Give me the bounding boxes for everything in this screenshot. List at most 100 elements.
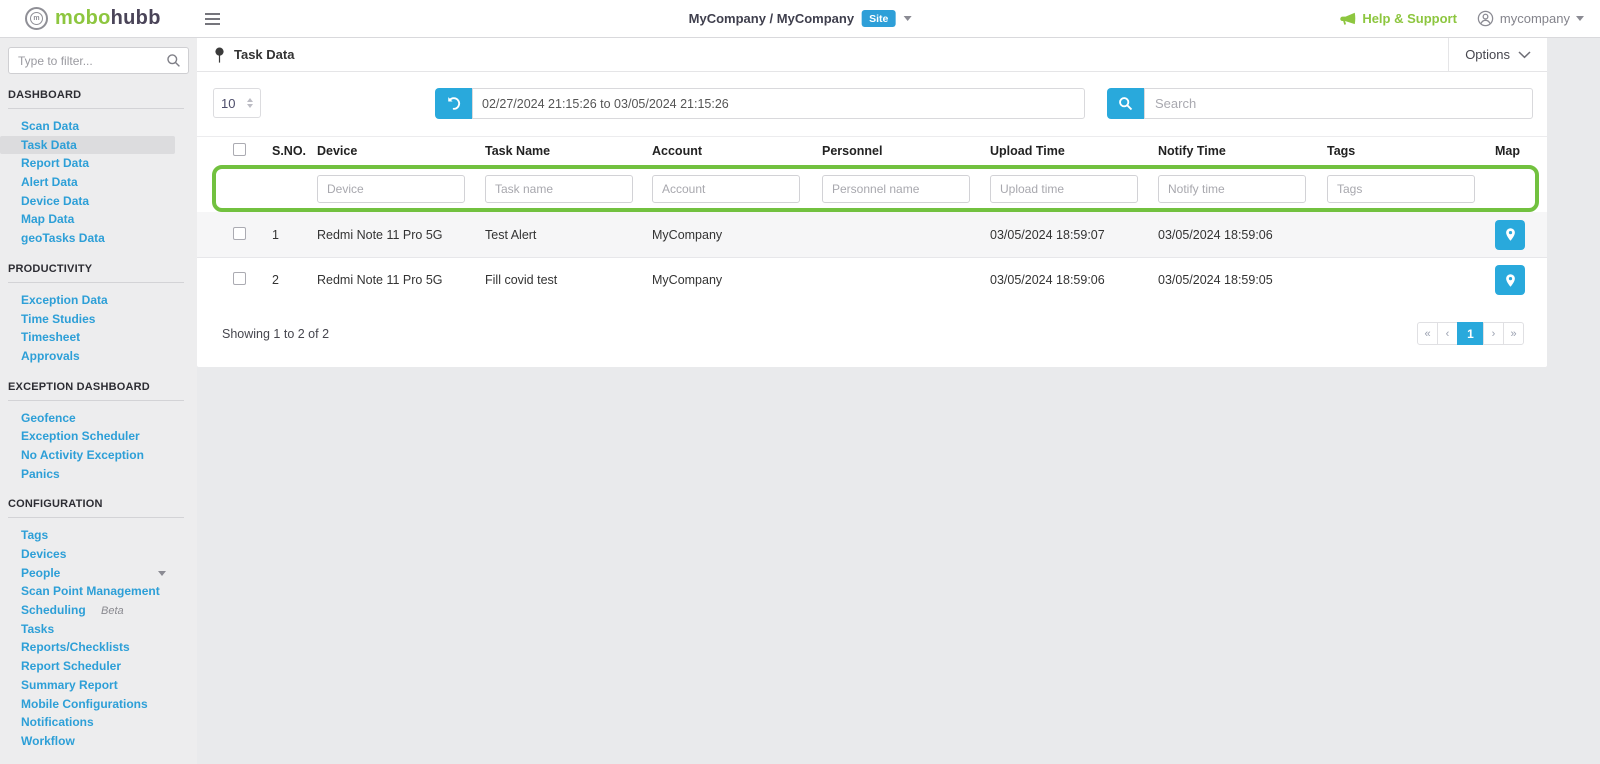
sidebar-item-workflow[interactable]: Workflow <box>0 732 197 751</box>
sidebar-item-time-studies[interactable]: Time Studies <box>0 310 197 329</box>
sidebar-item-no-activity-exception[interactable]: No Activity Exception <box>0 446 197 465</box>
column-header-personnel: Personnel <box>822 144 990 158</box>
sidebar-section-productivity: PRODUCTIVITY <box>8 263 189 275</box>
sidebar-item-tasks[interactable]: Tasks <box>0 620 197 639</box>
sidebar: DASHBOARD Scan Data Task Data Report Dat… <box>0 38 197 764</box>
column-header-map: Map <box>1495 144 1547 158</box>
cell-task-name: Fill covid test <box>485 273 652 287</box>
pagination-first-button[interactable]: « <box>1417 322 1438 345</box>
search-button[interactable] <box>1107 88 1144 119</box>
filter-tags-input[interactable] <box>1327 175 1475 203</box>
showing-count: Showing 1 to 2 of 2 <box>222 327 329 341</box>
cell-device: Redmi Note 11 Pro 5G <box>317 273 485 287</box>
sidebar-item-devices[interactable]: Devices <box>0 545 197 564</box>
sidebar-item-timesheet[interactable]: Timesheet <box>0 328 197 347</box>
sidebar-item-geofence[interactable]: Geofence <box>0 409 197 428</box>
search-input[interactable] <box>1144 88 1533 119</box>
help-support-label: Help & Support <box>1362 11 1457 26</box>
logo-prefix: mobo <box>55 7 111 29</box>
table-toolbar: 10 02/27/2024 21:15:26 to 03/05/2024 21:… <box>197 72 1547 136</box>
sidebar-item-device-data[interactable]: Device Data <box>0 192 197 211</box>
sidebar-item-scan-point-management[interactable]: Scan Point Management <box>0 582 197 601</box>
divider <box>8 108 184 109</box>
sidebar-item-task-data[interactable]: Task Data <box>0 136 175 155</box>
sidebar-section-dashboard: DASHBOARD <box>8 89 189 101</box>
column-header-upload-time: Upload Time <box>990 144 1158 158</box>
logo-suffix: hubb <box>111 7 161 29</box>
chevron-down-icon <box>1518 51 1531 59</box>
sidebar-item-exception-scheduler[interactable]: Exception Scheduler <box>0 427 197 446</box>
filter-upload-time-input[interactable] <box>990 175 1138 203</box>
sidebar-item-reports-checklists[interactable]: Reports/Checklists <box>0 638 197 657</box>
column-header-device: Device <box>317 144 485 158</box>
page-title: Task Data <box>234 47 294 62</box>
sidebar-item-notifications[interactable]: Notifications <box>0 713 197 732</box>
chevron-down-icon <box>903 16 911 21</box>
sidebar-item-report-scheduler[interactable]: Report Scheduler <box>0 657 197 676</box>
sidebar-item-mobile-configurations[interactable]: Mobile Configurations <box>0 695 197 714</box>
select-all-checkbox[interactable] <box>233 143 246 156</box>
sidebar-item-tags[interactable]: Tags <box>0 526 197 545</box>
sidebar-item-people[interactable]: People <box>0 564 197 583</box>
chevron-down-icon <box>158 571 166 576</box>
column-header-tags: Tags <box>1327 144 1495 158</box>
sidebar-item-panics[interactable]: Panics <box>0 465 197 484</box>
column-header-sno: S.NO. <box>272 144 317 158</box>
user-menu[interactable]: mycompany <box>1477 10 1584 27</box>
options-dropdown[interactable]: Options <box>1448 38 1547 71</box>
cell-task-name: Test Alert <box>485 228 652 242</box>
sidebar-item-summary-report[interactable]: Summary Report <box>0 676 197 695</box>
panel-header: Task Data Options <box>197 38 1547 72</box>
map-button[interactable] <box>1495 220 1525 250</box>
refresh-button[interactable] <box>435 88 472 119</box>
spinner-arrows-icon <box>247 98 253 108</box>
sidebar-section-configuration: CONFIGURATION <box>8 498 189 510</box>
cell-device: Redmi Note 11 Pro 5G <box>317 228 485 242</box>
refresh-icon <box>446 96 461 111</box>
pagination-next-button[interactable]: › <box>1483 322 1504 345</box>
map-button[interactable] <box>1495 265 1525 295</box>
filter-personnel-input[interactable] <box>822 175 970 203</box>
sidebar-item-report-data[interactable]: Report Data <box>0 154 197 173</box>
date-range-input[interactable]: 02/27/2024 21:15:26 to 03/05/2024 21:15:… <box>472 88 1085 119</box>
pagination-last-button[interactable]: » <box>1503 322 1524 345</box>
top-header: m mobohubb MyCompany / MyCompany Site He… <box>0 0 1600 38</box>
pagination-prev-button[interactable]: ‹ <box>1437 322 1458 345</box>
search-icon <box>1118 96 1133 111</box>
app-logo[interactable]: m mobohubb <box>25 7 161 30</box>
pushpin-icon <box>214 47 225 63</box>
logo-monogram: m <box>30 12 43 25</box>
filter-notify-time-input[interactable] <box>1158 175 1306 203</box>
column-header-account: Account <box>652 144 822 158</box>
help-support-link[interactable]: Help & Support <box>1340 11 1457 26</box>
sidebar-item-geotasks-data[interactable]: geoTasks Data <box>0 229 197 248</box>
sidebar-item-scan-data[interactable]: Scan Data <box>0 117 197 136</box>
sidebar-item-scheduling[interactable]: Scheduling Beta <box>0 601 197 620</box>
sidebar-section-exception-dashboard: EXCEPTION DASHBOARD <box>8 381 189 393</box>
breadcrumb: MyCompany / MyCompany <box>689 11 854 26</box>
filter-device-input[interactable] <box>317 175 465 203</box>
chevron-down-icon <box>1576 16 1584 21</box>
pagination-page-1-button[interactable]: 1 <box>1457 322 1484 345</box>
table-filter-row <box>197 165 1547 212</box>
sidebar-filter-input[interactable] <box>8 47 189 74</box>
sidebar-item-exception-data[interactable]: Exception Data <box>0 291 197 310</box>
cell-notify-time: 03/05/2024 18:59:05 <box>1158 273 1327 287</box>
page-size-value: 10 <box>221 96 235 111</box>
sidebar-item-map-data[interactable]: Map Data <box>0 210 197 229</box>
row-checkbox[interactable] <box>233 272 246 285</box>
sidebar-item-approvals[interactable]: Approvals <box>0 347 197 366</box>
site-switcher[interactable]: MyCompany / MyCompany Site <box>689 0 912 38</box>
filter-account-input[interactable] <box>652 175 800 203</box>
column-header-task-name: Task Name <box>485 144 652 158</box>
filter-task-name-input[interactable] <box>485 175 633 203</box>
hamburger-menu-icon[interactable] <box>205 13 220 25</box>
table-row: 2 Redmi Note 11 Pro 5G Fill covid test M… <box>197 257 1547 302</box>
row-checkbox[interactable] <box>233 227 246 240</box>
table-footer: Showing 1 to 2 of 2 « ‹ 1 › » <box>197 302 1547 367</box>
main-panel: Task Data Options 10 02/27/2024 21:15:26… <box>197 38 1547 367</box>
page-size-select[interactable]: 10 <box>213 88 261 118</box>
site-badge: Site <box>862 10 895 27</box>
sidebar-item-alert-data[interactable]: Alert Data <box>0 173 197 192</box>
logo-text: mobohubb <box>55 7 161 30</box>
